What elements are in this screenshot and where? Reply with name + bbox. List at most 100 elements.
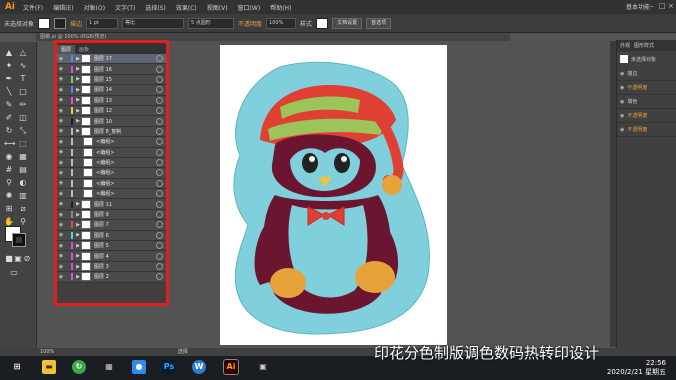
menu-item[interactable]: 视图(V) [202,3,233,12]
mesh-tool-icon[interactable]: # [4,165,14,175]
eye-icon[interactable]: ◉ [57,76,65,82]
layer-row[interactable]: ◉ ▶ 图层 17 [57,54,166,65]
eye-icon[interactable]: ◉ [620,127,624,133]
close-icon[interactable]: × [668,2,674,10]
appearance-row[interactable]: ◉ 不透明度 [617,123,676,137]
paintbrush-tool-icon[interactable]: ✎ [4,100,14,110]
symbol-sprayer-tool-icon[interactable]: ✺ [4,191,14,201]
eye-icon[interactable]: ◉ [620,71,624,77]
target-circle-icon[interactable] [156,117,163,125]
width-tool-icon[interactable]: ⟷ [4,139,15,149]
direct-selection-tool-icon[interactable]: △ [18,48,28,58]
appearance-row-label[interactable]: 不透明度 [627,126,647,133]
eraser-tool-icon[interactable]: ◫ [18,113,28,123]
type-tool-icon[interactable]: T [18,74,28,84]
layer-row[interactable]: ◉ ▶ 图层 16 [57,64,166,75]
appearance-row[interactable]: ◉ 不透明度 [617,109,676,123]
eye-icon[interactable]: ◉ [57,66,65,72]
layer-row[interactable]: ◉ <编组> [57,178,166,190]
layer-name[interactable]: 图层 5 [94,242,156,249]
eye-icon[interactable]: ◉ [57,180,65,186]
artboard-tool-icon[interactable]: ⊞ [4,204,14,214]
photoshop-icon[interactable]: Ps [162,360,176,374]
eye-icon[interactable]: ◉ [57,87,65,93]
eye-icon[interactable]: ◉ [57,212,65,218]
workspace-switcher[interactable]: 基本功能 [626,2,650,11]
layer-row[interactable]: ◉ ▶ 图层 12 [57,105,166,117]
brush-definition[interactable]: 5 点圆形 [188,17,235,29]
layer-name[interactable]: 图层 4 [94,253,156,260]
eye-icon[interactable]: ◉ [57,264,65,270]
app-icon-blue[interactable]: ● [132,360,146,374]
variable-width-profile[interactable]: 等比 [122,17,185,29]
layer-row[interactable]: ◉ ▶ 图层 15 [57,74,166,86]
layer-name[interactable]: <编组> [96,190,156,197]
eye-icon[interactable]: ◉ [57,253,65,259]
layer-name[interactable]: 图层 2 [94,273,156,280]
eye-icon[interactable]: ◉ [57,222,65,228]
blend-tool-icon[interactable]: ◐ [18,178,28,188]
layer-row[interactable]: ◉ ▶ 图层 10 [57,116,166,127]
eye-icon[interactable]: ◉ [57,128,65,134]
layer-name[interactable]: 图层 8_复制 [94,128,156,135]
layer-name[interactable]: 图层 14 [94,86,156,93]
menu-item[interactable]: 窗口(W) [233,3,266,12]
target-circle-icon[interactable] [156,65,163,73]
menu-item[interactable]: 效果(C) [171,3,202,12]
penguin-artwork[interactable] [220,45,447,345]
target-circle-icon[interactable] [156,107,163,115]
appearance-row-label[interactable]: 填色 [627,98,637,105]
selection-tool-icon[interactable]: ▲ [4,48,14,58]
appearance-row-label[interactable]: 不透明度 [627,84,647,91]
target-circle-icon[interactable] [156,138,163,146]
shape-builder-tool-icon[interactable]: ◉ [4,152,14,162]
layer-row[interactable]: ◉ ▶ 图层 7 [57,220,166,231]
opacity-label[interactable]: 不透明度 [238,19,262,28]
document-setup-button[interactable]: 文档设置 [332,17,363,29]
zoom-level[interactable]: 100% [40,349,54,355]
eye-icon[interactable]: ◉ [57,232,65,238]
appearance-row-label[interactable]: 描边 [627,70,637,77]
target-circle-icon[interactable] [156,231,163,239]
target-circle-icon[interactable] [156,169,163,177]
tab-appearance[interactable]: 外观 [620,42,630,49]
file-explorer-icon[interactable]: ▬ [42,360,56,374]
eye-icon[interactable]: ◉ [57,160,65,166]
minimize-icon[interactable]: – [650,2,656,10]
layer-name[interactable]: 图层 11 [94,201,156,208]
slice-tool-icon[interactable]: ⧄ [18,204,28,214]
layer-name[interactable]: 图层 13 [94,97,156,104]
target-circle-icon[interactable] [156,211,163,219]
appearance-row[interactable]: ◉ 不透明度 [617,81,676,95]
stroke-swatch[interactable] [54,17,67,29]
opacity-field[interactable]: 100% [266,17,297,29]
layer-name[interactable]: 图层 6 [94,232,156,239]
target-circle-icon[interactable] [156,148,163,156]
rotate-tool-icon[interactable]: ↻ [4,126,14,136]
layer-name[interactable]: <编组> [96,180,156,187]
browser-icon[interactable]: ↻ [72,360,86,374]
scale-tool-icon[interactable]: ⤡ [18,126,28,136]
layer-row[interactable]: ◉ ▶ 图层 5 [57,241,166,252]
rectangle-tool-icon[interactable]: □ [18,87,28,97]
appearance-row-label[interactable]: 不透明度 [627,112,647,119]
illustrator-icon[interactable]: Ai [223,359,239,375]
layer-name[interactable]: 图层 9 [94,211,156,218]
menu-item[interactable]: 帮助(H) [265,3,296,12]
preferences-button[interactable]: 首选项 [366,17,392,29]
layer-name[interactable]: <编组> [96,169,156,176]
layer-name[interactable]: 图层 10 [94,118,156,125]
tab-graphic-styles[interactable]: 图形样式 [634,42,654,49]
target-circle-icon[interactable] [156,127,163,135]
target-circle-icon[interactable] [156,263,163,270]
tab-layers[interactable]: 图层 [57,45,76,54]
tab-artboards[interactable]: 画板 [75,45,93,54]
layer-name[interactable]: 图层 7 [94,221,156,228]
eye-icon[interactable]: ◉ [620,85,624,91]
layer-row[interactable]: ◉ <编组> [57,157,166,169]
eye-icon[interactable]: ◉ [57,56,65,62]
start-icon[interactable]: ⊞ [10,360,24,374]
maximize-icon[interactable]: □ [659,2,666,10]
menu-item[interactable]: 文件(F) [18,3,48,12]
blob-brush-tool-icon[interactable]: ✐ [4,113,14,123]
